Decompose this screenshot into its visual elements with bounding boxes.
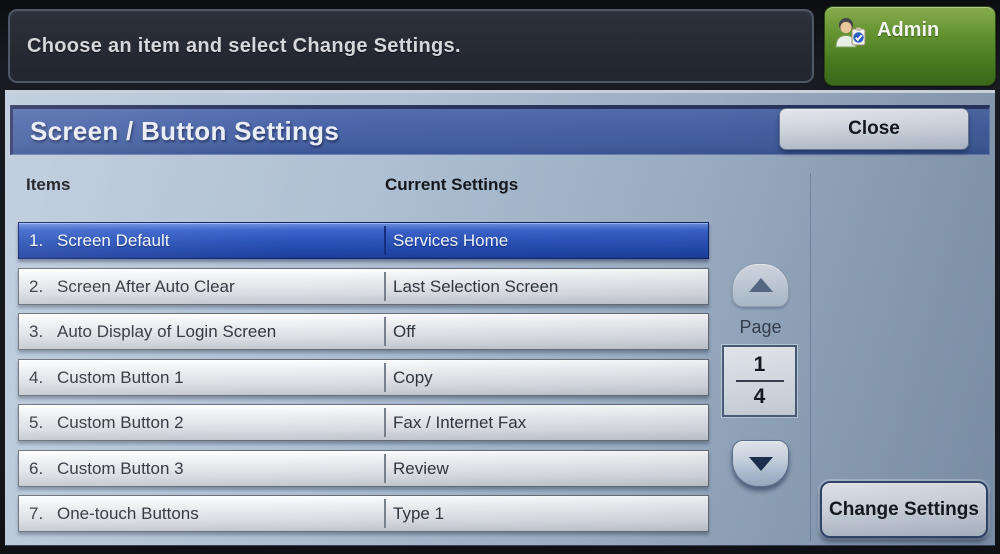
admin-login-button[interactable]: Admin xyxy=(824,6,996,86)
row-label: Screen Default xyxy=(57,231,170,250)
row-divider xyxy=(384,226,386,255)
row-number: 5. xyxy=(29,413,44,432)
row-number: 2. xyxy=(29,276,44,296)
row-divider xyxy=(384,408,386,437)
row-divider xyxy=(384,271,386,301)
settings-row[interactable]: 4. Custom Button 1 Copy xyxy=(18,358,709,396)
row-label: One-touch Buttons xyxy=(57,504,199,523)
row-value: Last Selection Screen xyxy=(393,276,559,296)
row-number: 3. xyxy=(29,322,44,341)
row-divider xyxy=(384,453,386,483)
page-label: Page xyxy=(739,317,782,337)
status-message-bar: Choose an item and select Change Setting… xyxy=(8,9,814,83)
settings-row[interactable]: 7. One-touch Buttons Type 1 xyxy=(18,495,709,532)
page-down-button[interactable] xyxy=(732,440,789,487)
settings-screen: Screen / Button Settings Close Items Cur… xyxy=(5,90,995,546)
row-label: Custom Button 2 xyxy=(57,413,184,432)
page-up-button[interactable] xyxy=(732,263,789,307)
change-settings-button[interactable]: Change Settings xyxy=(820,481,988,538)
page-down-icon xyxy=(748,456,773,471)
row-number: 7. xyxy=(29,504,44,523)
row-label: Custom Button 1 xyxy=(57,367,184,387)
row-value: Fax / Internet Fax xyxy=(393,413,527,432)
settings-row[interactable]: 3. Auto Display of Login Screen Off xyxy=(18,313,709,350)
row-value: Off xyxy=(393,322,416,341)
page-fraction-divider xyxy=(735,380,784,382)
row-label: Auto Display of Login Screen xyxy=(57,322,277,341)
settings-row[interactable]: 5. Custom Button 2 Fax / Internet Fax xyxy=(18,404,709,441)
row-value: Review xyxy=(393,458,449,478)
row-number: 6. xyxy=(29,458,44,478)
row-label: Custom Button 3 xyxy=(57,458,184,478)
row-value: Services Home xyxy=(393,231,509,250)
admin-button-label: Admin xyxy=(877,19,940,41)
page-up-icon xyxy=(748,278,773,292)
row-divider xyxy=(384,317,386,346)
change-settings-label: Change Settings xyxy=(829,498,979,520)
row-value: Type 1 xyxy=(393,504,445,523)
row-number: 1. xyxy=(29,231,44,250)
list-pane-divider xyxy=(810,173,811,541)
row-divider xyxy=(384,499,386,528)
admin-user-icon xyxy=(833,16,869,55)
page-indicator: 1 4 xyxy=(722,345,797,417)
row-number: 4. xyxy=(29,367,44,387)
row-label: Screen After Auto Clear xyxy=(57,276,235,296)
row-value: Copy xyxy=(393,367,433,387)
page-current: 1 xyxy=(753,353,766,376)
status-message: Choose an item and select Change Setting… xyxy=(27,34,461,57)
settings-row[interactable]: 2. Screen After Auto Clear Last Selectio… xyxy=(18,267,709,305)
row-divider xyxy=(384,362,386,392)
settings-rows: 1. Screen Default Services Home 2. Scree… xyxy=(5,93,995,545)
settings-row[interactable]: 6. Custom Button 3 Review xyxy=(18,449,709,487)
settings-row[interactable]: 1. Screen Default Services Home xyxy=(18,222,709,259)
page-total: 4 xyxy=(753,385,766,408)
